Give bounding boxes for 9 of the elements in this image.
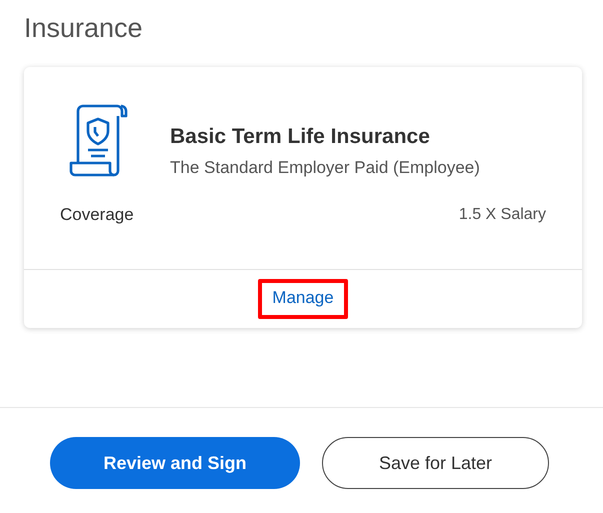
section-title: Insurance (24, 12, 144, 44)
plan-name: Basic Term Life Insurance (170, 124, 431, 150)
coverage-value: 1.5 X Salary (458, 204, 546, 225)
plan-provider: The Standard Employer Paid (Employee) (170, 156, 480, 178)
manage-link[interactable]: Manage (258, 279, 348, 319)
policy-scroll-icon (68, 103, 128, 179)
review-sign-button[interactable]: Review and Sign (50, 437, 300, 489)
save-later-button[interactable]: Save for Later (322, 437, 549, 489)
coverage-label: Coverage (60, 204, 134, 226)
